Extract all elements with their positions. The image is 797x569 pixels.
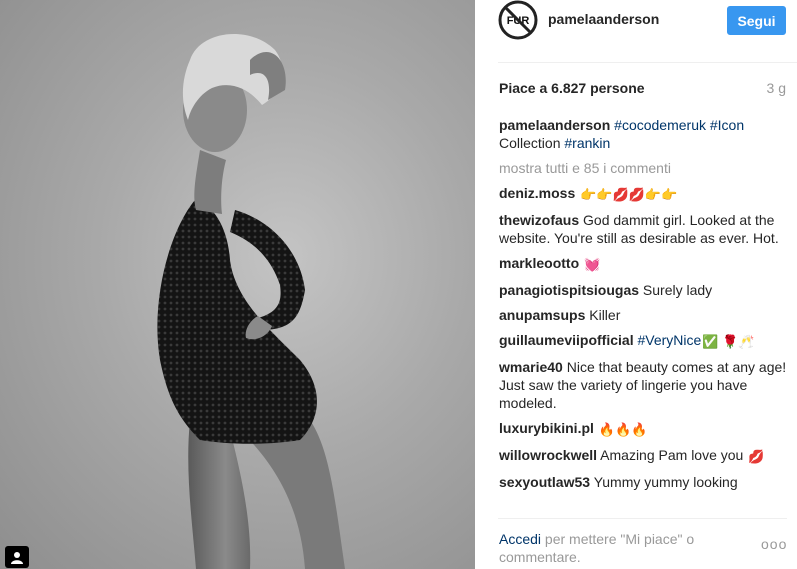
caption: pamelaanderson #cocodemeruk #Icon Collec… bbox=[499, 116, 789, 152]
comment-username[interactable]: deniz.moss bbox=[499, 185, 575, 201]
comments-list[interactable]: pamelaanderson #cocodemeruk #Icon Collec… bbox=[499, 116, 789, 513]
comment-username[interactable]: wmarie40 bbox=[499, 359, 563, 375]
login-prompt: Accedi per mettere "Mi piace" o commenta… bbox=[499, 530, 729, 566]
caption-text: Collection bbox=[499, 135, 561, 151]
avatar[interactable]: FUR bbox=[498, 0, 538, 40]
comment-username[interactable]: panagiotispitsiougas bbox=[499, 282, 639, 298]
user-tag-icon[interactable] bbox=[5, 546, 29, 568]
comment-username[interactable]: willowrockwell bbox=[499, 447, 597, 463]
hashtag-link[interactable]: #Icon bbox=[710, 117, 744, 133]
comment-emoji: 💓 bbox=[584, 257, 601, 272]
comment-username[interactable]: anupamsups bbox=[499, 307, 585, 323]
comment-username[interactable]: markleootto bbox=[499, 255, 579, 271]
comment-item: luxurybikini.pl 🔥🔥🔥 bbox=[499, 419, 789, 439]
comment-item: deniz.moss 👉👉💋💋👉👉 bbox=[499, 184, 789, 204]
comment-item: panagiotispitsiougas Surely lady bbox=[499, 281, 789, 299]
comment-username[interactable]: luxurybikini.pl bbox=[499, 420, 594, 436]
comment-username[interactable]: thewizofaus bbox=[499, 212, 579, 228]
comment-text: Amazing Pam love you bbox=[600, 447, 744, 463]
comment-username[interactable]: guillaumeviipofficial bbox=[499, 332, 634, 348]
follow-button[interactable]: Segui bbox=[727, 6, 786, 35]
comment-username[interactable]: sexyoutlaw53 bbox=[499, 474, 590, 490]
comment-item: markleootto 💓 bbox=[499, 254, 789, 274]
photo-figure-illustration bbox=[157, 33, 345, 569]
hashtag-link[interactable]: #rankin bbox=[564, 135, 610, 151]
comment-text: Yummy yummy looking bbox=[593, 474, 738, 490]
comment-item: thewizofaus God dammit girl. Looked at t… bbox=[499, 211, 789, 247]
comment-emoji: 💋 bbox=[748, 449, 765, 464]
login-link[interactable]: Accedi bbox=[499, 531, 541, 547]
more-options-icon[interactable]: ooo bbox=[761, 536, 787, 552]
comment-item: willowrockwell Amazing Pam love you 💋 bbox=[499, 446, 789, 466]
post-header: FUR pamelaanderson Segui bbox=[475, 0, 797, 62]
comment-item: sexyoutlaw53 Yummy yummy looking bbox=[499, 473, 789, 491]
comment-item: wmarie40 Nice that beauty comes at any a… bbox=[499, 358, 789, 412]
comment-emoji: 👉👉💋💋👉👉 bbox=[580, 187, 678, 202]
caption-username[interactable]: pamelaanderson bbox=[499, 117, 610, 133]
post-sidebar: FUR pamelaanderson Segui Piace a 6.827 p… bbox=[475, 0, 797, 569]
hashtag-link[interactable]: #VeryNice bbox=[637, 332, 701, 348]
header-divider bbox=[498, 62, 797, 63]
post-photo[interactable] bbox=[0, 0, 475, 569]
likes-count[interactable]: Piace a 6.827 persone bbox=[499, 80, 645, 96]
hashtag-link[interactable]: #cocodemeruk bbox=[614, 117, 706, 133]
show-all-comments-link[interactable]: mostra tutti e 85 i commenti bbox=[499, 159, 789, 177]
comment-item: guillaumeviipofficial #VeryNice✅ 🌹🥂 bbox=[499, 331, 789, 351]
post-age[interactable]: 3 g bbox=[767, 80, 786, 96]
footer-divider bbox=[498, 518, 787, 519]
comment-text: Surely lady bbox=[642, 282, 713, 298]
comment-emoji: 🔥🔥🔥 bbox=[598, 422, 648, 437]
comment-text: Killer bbox=[589, 307, 621, 323]
post-username[interactable]: pamelaanderson bbox=[548, 11, 659, 27]
comment-item: anupamsups Killer bbox=[499, 306, 789, 324]
comment-emoji: ✅ 🌹🥂 bbox=[702, 334, 755, 349]
